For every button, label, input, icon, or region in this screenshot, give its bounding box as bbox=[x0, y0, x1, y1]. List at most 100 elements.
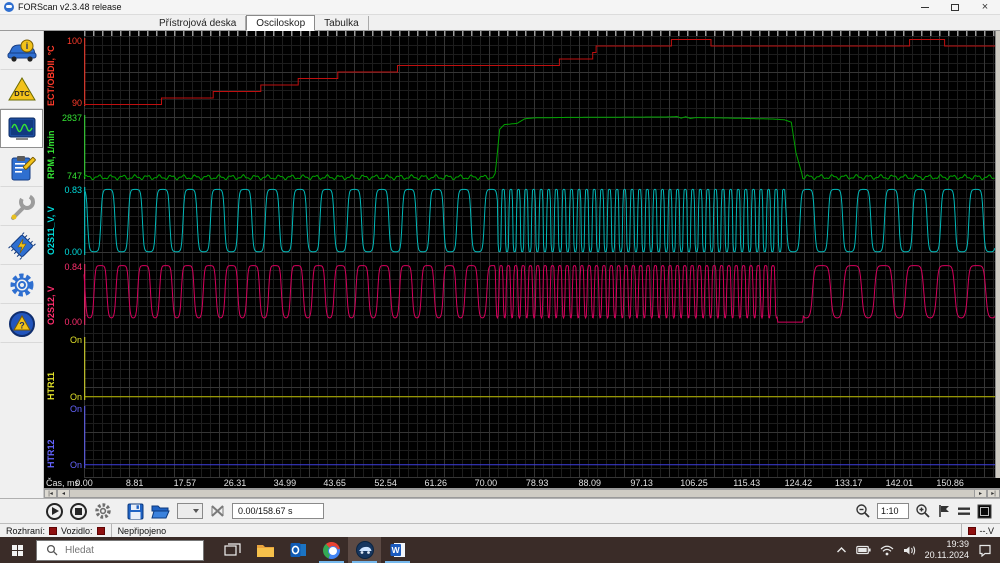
battery-icon[interactable] bbox=[855, 545, 871, 555]
sidebar-item-tests[interactable] bbox=[0, 148, 43, 187]
channel-rpm: RPM, 1/min 2837 747 bbox=[44, 113, 995, 181]
channel-rpm-max: 2837 bbox=[61, 113, 82, 123]
channel-o2s12-max: 0.84 bbox=[64, 262, 82, 272]
file-explorer-icon bbox=[257, 544, 274, 557]
channel-o2s12-min: 0.00 bbox=[64, 317, 82, 327]
sidebar-item-dtc[interactable]: DTC bbox=[0, 70, 43, 109]
forscan-taskbar-icon bbox=[355, 541, 374, 559]
vertical-scrollbar[interactable] bbox=[995, 31, 1000, 478]
oscilloscope-plot[interactable]: ECT/OBDII, °C 100 90 RPM, 1/min 2837 747… bbox=[44, 31, 1000, 498]
sidebar-item-service[interactable] bbox=[0, 187, 43, 226]
channel-htr11-trace bbox=[84, 337, 995, 400]
playback-time-display: 0.00/158.67 s bbox=[232, 503, 324, 519]
maximize-button[interactable] bbox=[940, 0, 970, 15]
background-color-icon[interactable] bbox=[977, 504, 992, 519]
battery-status-led bbox=[967, 526, 976, 535]
zoom-in-icon[interactable] bbox=[915, 503, 931, 519]
interface-status-led bbox=[49, 526, 58, 535]
horizontal-scrollbar: |◂ ◂ ▸ ▸| bbox=[44, 488, 1000, 498]
x-tick: 124.42 bbox=[784, 478, 813, 488]
x-tick: 8.81 bbox=[125, 478, 144, 488]
clock-time: 19:39 bbox=[946, 539, 969, 549]
x-tick: 97.13 bbox=[630, 478, 653, 488]
sidebar-item-vehicle-info[interactable]: i bbox=[0, 31, 43, 70]
chrome-button[interactable] bbox=[315, 537, 348, 563]
scroll-home-button[interactable]: |◂ bbox=[44, 489, 57, 498]
taskbar-search[interactable] bbox=[36, 539, 204, 561]
play-button[interactable] bbox=[46, 502, 63, 520]
delete-record-icon[interactable] bbox=[210, 504, 225, 518]
task-view-button[interactable] bbox=[216, 537, 249, 563]
sidebar-item-help[interactable]: ? bbox=[0, 304, 43, 343]
oscilloscope-icon bbox=[8, 117, 35, 140]
chip-icon bbox=[7, 231, 36, 260]
action-center-icon[interactable] bbox=[978, 544, 992, 557]
task-view-icon bbox=[224, 542, 241, 556]
record-select-dropdown[interactable] bbox=[177, 503, 203, 519]
file-explorer-button[interactable] bbox=[249, 537, 282, 563]
tray-expand-chevron-icon[interactable] bbox=[836, 546, 847, 554]
outlook-button[interactable] bbox=[282, 537, 315, 563]
channel-htr11-max: On bbox=[69, 335, 82, 345]
sidebar-item-programming[interactable] bbox=[0, 226, 43, 265]
zoom-ratio-value: 1:10 bbox=[881, 506, 899, 516]
grid-lines-icon[interactable] bbox=[957, 505, 971, 517]
channel-htr12: HTR12 On On bbox=[44, 404, 995, 470]
x-tick: 26.31 bbox=[223, 478, 247, 488]
channel-o2s12-label: O2S12, V bbox=[46, 285, 56, 325]
search-input[interactable] bbox=[65, 544, 175, 556]
record-settings-gear-icon[interactable] bbox=[94, 502, 112, 520]
open-file-icon[interactable] bbox=[151, 503, 170, 519]
x-tick: 115.43 bbox=[733, 478, 761, 488]
battery-voltage: --.V bbox=[979, 525, 995, 536]
close-button[interactable]: × bbox=[970, 0, 1000, 15]
stop-button[interactable] bbox=[70, 502, 87, 520]
window-title: FORScan v2.3.48 release bbox=[18, 2, 122, 12]
channel-rpm-trace bbox=[83, 115, 995, 181]
scroll-left-button[interactable]: ◂ bbox=[57, 489, 70, 498]
x-tick: 61.26 bbox=[424, 478, 447, 488]
svg-text:i: i bbox=[25, 41, 28, 51]
x-tick: 133.17 bbox=[834, 478, 863, 488]
save-icon[interactable] bbox=[127, 503, 144, 520]
volume-icon[interactable] bbox=[903, 545, 916, 556]
scroll-end-button[interactable]: ▸| bbox=[987, 489, 1000, 498]
channel-o2s11-max: 0.83 bbox=[64, 185, 82, 195]
channel-o2s11-label: O2S11_V, V bbox=[46, 206, 56, 255]
zoom-ratio-select[interactable]: 1:10 bbox=[877, 503, 909, 519]
channel-ect: ECT/OBDII, °C 100 90 bbox=[44, 36, 995, 108]
playback-toolbar: 0.00/158.67 s 1:10 bbox=[0, 498, 1000, 523]
forscan-taskbar-button[interactable] bbox=[348, 537, 381, 563]
x-tick: 0.00 bbox=[75, 478, 93, 488]
tab-dashboard[interactable]: Přístrojová deska bbox=[150, 16, 247, 30]
channel-o2s11: O2S11_V, V 0.83 0.00 bbox=[44, 185, 996, 257]
forscan-logo-icon bbox=[4, 2, 14, 12]
search-icon bbox=[46, 544, 58, 556]
tab-table[interactable]: Tabulka bbox=[315, 16, 369, 30]
tab-oscilloscope[interactable]: Osciloskop bbox=[246, 15, 316, 31]
wifi-icon[interactable] bbox=[880, 545, 894, 556]
x-tick: 17.57 bbox=[173, 478, 197, 488]
status-bar: Rozhraní: Vozidlo: Nepřipojeno --.V bbox=[0, 523, 1000, 537]
scrollbar-thumb[interactable] bbox=[70, 489, 974, 498]
start-button[interactable] bbox=[0, 537, 34, 563]
scroll-right-button[interactable]: ▸ bbox=[974, 489, 987, 498]
stop-icon bbox=[75, 507, 82, 515]
zoom-out-icon[interactable] bbox=[855, 503, 871, 519]
sidebar: i DTC ? bbox=[0, 31, 44, 498]
play-icon bbox=[52, 507, 59, 515]
vehicle-label: Vozidlo: bbox=[61, 525, 93, 536]
channel-ect-label: ECT/OBDII, °C bbox=[46, 45, 56, 106]
svg-text:?: ? bbox=[19, 320, 25, 330]
channel-rpm-label: RPM, 1/min bbox=[46, 130, 56, 179]
sidebar-item-oscilloscope[interactable] bbox=[0, 109, 43, 148]
taskbar-clock[interactable]: 19:39 20.11.2024 bbox=[925, 539, 969, 561]
channel-ect-trace bbox=[84, 38, 995, 106]
outlook-icon bbox=[290, 543, 306, 557]
word-button[interactable]: W bbox=[381, 537, 414, 563]
svg-text:W: W bbox=[391, 545, 400, 555]
sidebar-item-settings[interactable] bbox=[0, 265, 43, 304]
clock-date: 20.11.2024 bbox=[924, 550, 969, 560]
minimize-button[interactable] bbox=[910, 0, 940, 15]
marker-flag-icon[interactable] bbox=[937, 504, 951, 518]
